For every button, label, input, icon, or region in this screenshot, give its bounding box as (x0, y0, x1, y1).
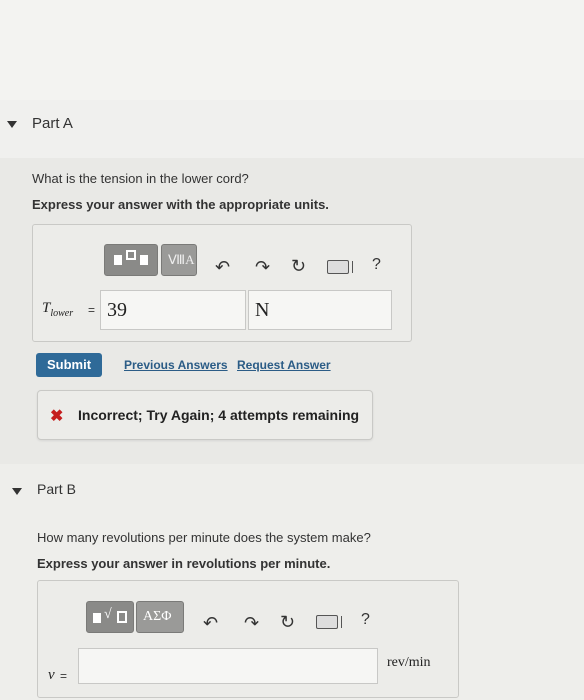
part-b-toolbar-divider (341, 616, 342, 628)
part-b-reset-icon[interactable]: ↻ (280, 613, 295, 631)
part-b-units-label: rev/min (387, 655, 431, 670)
variable-subscript: lower (50, 308, 74, 319)
part-b-equals-sign: = (60, 669, 68, 683)
part-b-title[interactable]: Part B (37, 481, 76, 497)
keyboard-icon[interactable] (327, 260, 349, 274)
header-area (0, 0, 584, 100)
feedback-message: Incorrect; Try Again; 4 attempts remaini… (78, 407, 360, 423)
part-a-header (0, 100, 584, 158)
part-a-title[interactable]: Part A (32, 115, 73, 132)
equals-sign: = (88, 303, 96, 317)
feedback-box: ✖ Incorrect; Try Again; 4 attempts remai… (37, 390, 373, 440)
part-b-templates-button[interactable]: √ (86, 601, 134, 633)
symbols-button-label: ΑΣΦ (143, 609, 172, 624)
format-button-label: ⅧA (168, 252, 195, 267)
collapse-part-a-icon[interactable] (7, 121, 17, 128)
variable-label-tlower: Tlower (42, 300, 73, 319)
part-b-undo-icon[interactable]: ↶ (203, 614, 218, 632)
request-answer-link[interactable]: Request Answer (237, 358, 331, 372)
reset-icon[interactable]: ↻ (291, 257, 306, 275)
part-b-variable-label: ν (48, 667, 55, 683)
toolbar-divider (352, 261, 353, 273)
part-b-answer-input[interactable] (78, 648, 378, 684)
part-b-symbols-button[interactable]: ΑΣΦ (136, 601, 184, 633)
part-b-question: How many revolutions per minute does the… (37, 530, 371, 545)
answer-value-input[interactable]: 39 (100, 290, 246, 330)
answer-units-input[interactable]: N (248, 290, 392, 330)
templates-button[interactable] (104, 244, 158, 276)
part-a-instruction: Express your answer with the appropriate… (32, 197, 329, 212)
undo-icon[interactable]: ↶ (215, 258, 230, 276)
submit-button[interactable]: Submit (36, 353, 102, 377)
part-b-help-icon[interactable]: ? (361, 611, 370, 629)
previous-answers-link[interactable]: Previous Answers (124, 358, 228, 372)
part-a-question: What is the tension in the lower cord? (32, 171, 249, 186)
redo-icon[interactable]: ↷ (255, 258, 270, 276)
incorrect-x-icon: ✖ (50, 408, 64, 425)
collapse-part-b-icon[interactable] (12, 488, 22, 495)
part-b-keyboard-icon[interactable] (316, 615, 338, 629)
part-b-instruction: Express your answer in revolutions per m… (37, 556, 331, 571)
help-icon[interactable]: ? (372, 256, 381, 274)
part-b-redo-icon[interactable]: ↷ (244, 614, 259, 632)
format-button[interactable]: ⅧA (161, 244, 197, 276)
